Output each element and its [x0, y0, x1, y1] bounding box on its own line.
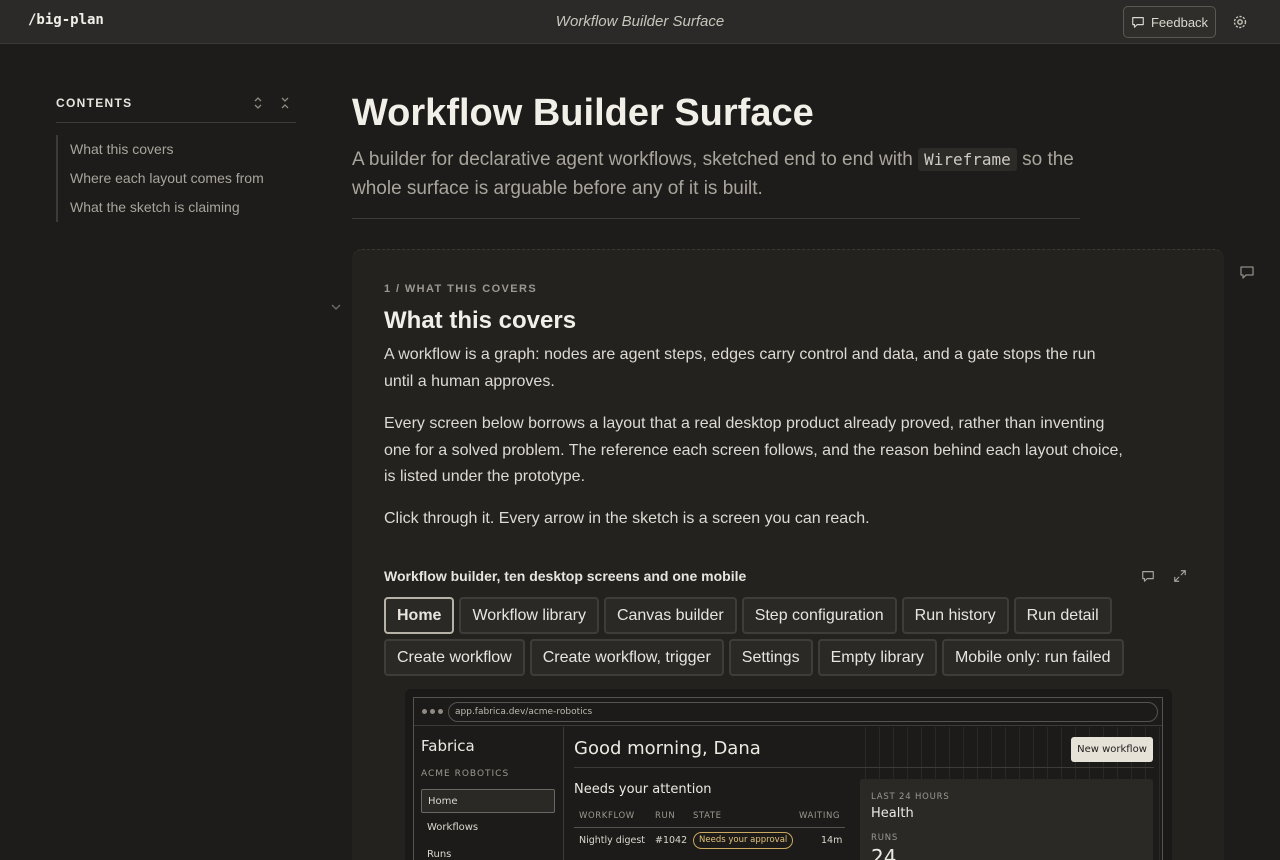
- window-dot: [422, 709, 427, 714]
- status-badge: Needs your approval: [693, 832, 794, 849]
- toc-item-layout-sources[interactable]: Where each layout comes from: [58, 164, 296, 193]
- mock-org-name: ACME ROBOTICS: [421, 769, 510, 779]
- column-header: WAITING: [799, 811, 841, 821]
- toc-title: CONTENTS: [56, 96, 133, 110]
- feedback-button[interactable]: Feedback: [1123, 6, 1216, 38]
- mock-brand: Fabrica: [421, 737, 475, 755]
- table-divider: [574, 827, 845, 828]
- screen-tabs: Home Workflow library Canvas builder Ste…: [384, 597, 1144, 681]
- column-header: STATE: [693, 811, 722, 821]
- window-dot: [438, 709, 443, 714]
- inline-code: Wireframe: [918, 148, 1017, 171]
- prototype-label: Workflow builder, ten desktop screens an…: [384, 568, 747, 584]
- health-eyebrow: LAST 24 HOURS: [871, 792, 950, 802]
- mock-nav-runs[interactable]: Runs: [421, 843, 555, 860]
- health-card: LAST 24 HOURS Health RUNS 24: [860, 779, 1153, 860]
- toc-header: CONTENTS: [56, 95, 296, 123]
- section-paragraph: Click through it. Every arrow in the ske…: [384, 510, 870, 527]
- row-workflow[interactable]: Nightly digest: [579, 835, 645, 846]
- mock-divider: [574, 767, 1154, 768]
- tab-mobile-run-failed[interactable]: Mobile only: run failed: [941, 639, 1124, 676]
- url-field[interactable]: app.fabrica.dev/acme-robotics: [448, 702, 1158, 722]
- collapse-all-icon[interactable]: [279, 96, 291, 110]
- tab-row: Home Workflow library Canvas builder Ste…: [384, 597, 1144, 634]
- mock-main: Good morning, Dana New workflow Needs yo…: [565, 727, 1162, 860]
- tab-workflow-library[interactable]: Workflow library: [459, 597, 599, 634]
- section-eyebrow: 1 / WHAT THIS COVERS: [384, 283, 538, 295]
- mock-greeting: Good morning, Dana: [574, 738, 761, 759]
- browser-mock: app.fabrica.dev/acme-robotics Fabrica AC…: [413, 697, 1163, 860]
- toc-item-sketch-claims[interactable]: What the sketch is claiming: [58, 193, 296, 222]
- mock-sidebar: Fabrica ACME ROBOTICS Home Workflows Run…: [414, 727, 564, 860]
- tab-create-workflow-trigger[interactable]: Create workflow, trigger: [529, 639, 724, 676]
- tab-run-detail[interactable]: Run detail: [1013, 597, 1112, 634]
- tab-run-history[interactable]: Run history: [901, 597, 1009, 634]
- url-bar: app.fabrica.dev/acme-robotics: [414, 698, 1162, 726]
- section-title: What this covers: [384, 307, 577, 334]
- tab-empty-library[interactable]: Empty library: [817, 639, 937, 676]
- chevron-down-icon[interactable]: [330, 302, 342, 312]
- subtitle-text-before: A builder for declarative agent workflow…: [352, 149, 913, 170]
- document-title: Workflow Builder Surface: [555, 13, 725, 30]
- toc-list: What this covers Where each layout comes…: [56, 135, 296, 222]
- expand-all-icon[interactable]: [252, 96, 264, 110]
- section-paragraph: A workflow is a graph: nodes are agent s…: [384, 346, 1096, 390]
- mock-nav-home[interactable]: Home: [421, 789, 555, 813]
- window-dots: [422, 709, 443, 714]
- comment-icon[interactable]: [1239, 264, 1255, 280]
- tab-step-configuration[interactable]: Step configuration: [741, 597, 897, 634]
- new-workflow-button[interactable]: New workflow: [1071, 737, 1153, 762]
- tab-row: Create workflow Create workflow, trigger…: [384, 639, 1144, 676]
- attention-title: Needs your attention: [574, 782, 712, 797]
- window-dot: [430, 709, 435, 714]
- column-header: WORKFLOW: [579, 811, 635, 821]
- tab-create-workflow[interactable]: Create workflow: [384, 639, 525, 676]
- health-title: Health: [871, 806, 914, 821]
- top-bar: /big-plan Workflow Builder Surface Feedb…: [0, 0, 1280, 44]
- row-waiting: 14m: [821, 835, 843, 846]
- row-run: #1042: [655, 835, 688, 846]
- comment-icon[interactable]: [1141, 569, 1155, 583]
- section-paragraph: Every screen below borrows a layout that…: [384, 415, 1123, 485]
- header-divider: [352, 218, 1080, 219]
- feedback-label: Feedback: [1150, 14, 1209, 30]
- comment-icon: [1132, 17, 1144, 28]
- page-title: Workflow Builder Surface: [352, 92, 814, 134]
- column-header: RUN: [655, 811, 676, 821]
- health-runs-label: RUNS: [871, 833, 899, 843]
- tab-home[interactable]: Home: [384, 597, 455, 634]
- fullscreen-icon[interactable]: [1173, 569, 1187, 583]
- toc-item-what-this-covers[interactable]: What this covers: [58, 135, 296, 164]
- tab-settings[interactable]: Settings: [728, 639, 813, 676]
- mock-nav-workflows[interactable]: Workflows: [421, 816, 555, 840]
- health-runs-value: 24: [871, 845, 897, 860]
- gear-icon[interactable]: [1230, 12, 1250, 32]
- tab-canvas-builder[interactable]: Canvas builder: [603, 597, 737, 634]
- page-subtitle: A builder for declarative agent workflow…: [352, 145, 1092, 203]
